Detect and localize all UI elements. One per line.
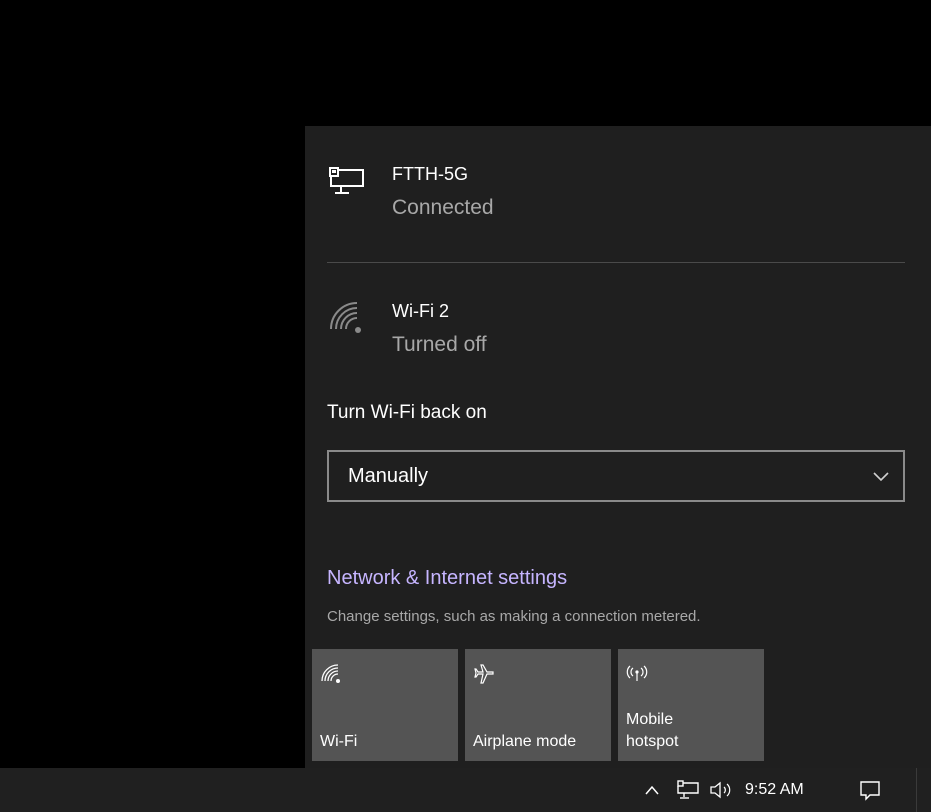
show-hidden-icons-chevron-icon[interactable] (642, 778, 662, 802)
network-name: FTTH-5G (392, 164, 468, 184)
action-center-icon[interactable] (858, 778, 882, 802)
tile-label: Airplane mode (473, 733, 577, 750)
divider (327, 262, 905, 263)
tile-label: Wi-Fi (320, 733, 358, 750)
network-item-wifi[interactable]: Wi-Fi 2 Turned off (305, 291, 931, 391)
ethernet-monitor-icon (327, 162, 367, 202)
show-desktop-divider[interactable] (916, 768, 917, 812)
network-icon[interactable] (676, 778, 700, 802)
network-name: Wi-Fi 2 (392, 301, 449, 321)
airplane-icon (473, 663, 495, 685)
wifi-icon (320, 663, 342, 685)
settings-description: Change settings, such as making a connec… (327, 608, 701, 625)
dropdown-value: Manually (348, 465, 429, 487)
wifi-off-icon (327, 299, 367, 339)
volume-icon[interactable] (708, 778, 736, 802)
turn-wifi-back-on-label: Turn Wi-Fi back on (327, 402, 487, 423)
mobile-hotspot-icon (626, 663, 648, 685)
turn-wifi-back-on-dropdown[interactable]: Manually (327, 450, 905, 502)
network-flyout: FTTH-5G Connected Wi-Fi 2 Turned off Tur… (305, 126, 931, 768)
network-status: Connected (392, 196, 494, 219)
network-internet-settings-link[interactable]: Network & Internet settings (327, 567, 567, 590)
network-status: Turned off (392, 333, 487, 356)
mobile-hotspot-tile[interactable]: Mobile hotspot (618, 649, 764, 761)
tile-label: Mobile hotspot (626, 711, 679, 750)
network-item-ethernet[interactable]: FTTH-5G Connected (305, 154, 931, 254)
taskbar: 9:52 AM (0, 768, 931, 812)
chevron-down-icon (871, 466, 891, 486)
wifi-tile[interactable]: Wi-Fi (312, 649, 458, 761)
airplane-mode-tile[interactable]: Airplane mode (465, 649, 611, 761)
clock[interactable]: 9:52 AM (745, 781, 804, 799)
